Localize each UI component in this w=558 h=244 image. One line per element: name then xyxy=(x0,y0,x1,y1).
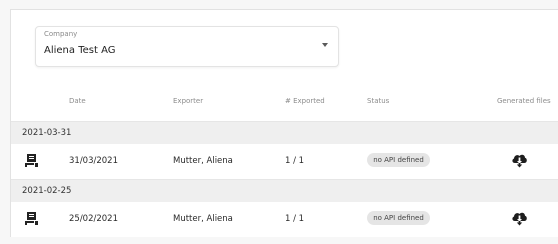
column-header-exporter[interactable]: Exporter xyxy=(173,97,203,105)
table-row[interactable]: 25/02/2021 Mutter, Aliena 1 / 1 no API d… xyxy=(11,202,558,237)
column-header-status[interactable]: Status xyxy=(367,97,389,105)
row-exported-count: 1 / 1 xyxy=(285,214,305,224)
table-row[interactable]: 31/03/2021 Mutter, Aliena 1 / 1 no API d… xyxy=(11,144,558,179)
company-select-label: Company xyxy=(44,30,78,38)
chevron-down-icon[interactable] xyxy=(322,43,328,47)
date-group-header: 2021-03-31 xyxy=(11,121,558,145)
document-export-icon xyxy=(25,154,38,167)
column-header-date[interactable]: Date xyxy=(69,97,86,105)
cloud-download-icon[interactable] xyxy=(511,211,528,226)
row-exporter: Mutter, Aliena xyxy=(173,214,233,224)
column-header-generated-files[interactable]: Generated files xyxy=(497,97,551,105)
date-group-label: 2021-02-25 xyxy=(22,186,72,196)
document-export-icon xyxy=(25,212,38,225)
row-date: 31/03/2021 xyxy=(69,156,118,166)
export-history-panel: Company Aliena Test AG Date Exporter # E… xyxy=(10,9,558,237)
status-badge: no API defined xyxy=(367,211,430,225)
cloud-download-icon[interactable] xyxy=(511,153,528,168)
company-select-value: Aliena Test AG xyxy=(44,45,116,56)
row-exporter: Mutter, Aliena xyxy=(173,156,233,166)
status-badge: no API defined xyxy=(367,153,430,167)
row-date: 25/02/2021 xyxy=(69,214,118,224)
company-select[interactable]: Company Aliena Test AG xyxy=(35,26,339,67)
date-group-label: 2021-03-31 xyxy=(22,128,72,138)
column-header-exported[interactable]: # Exported xyxy=(285,97,325,105)
date-group-header: 2021-02-25 xyxy=(11,179,558,203)
row-exported-count: 1 / 1 xyxy=(285,156,305,166)
